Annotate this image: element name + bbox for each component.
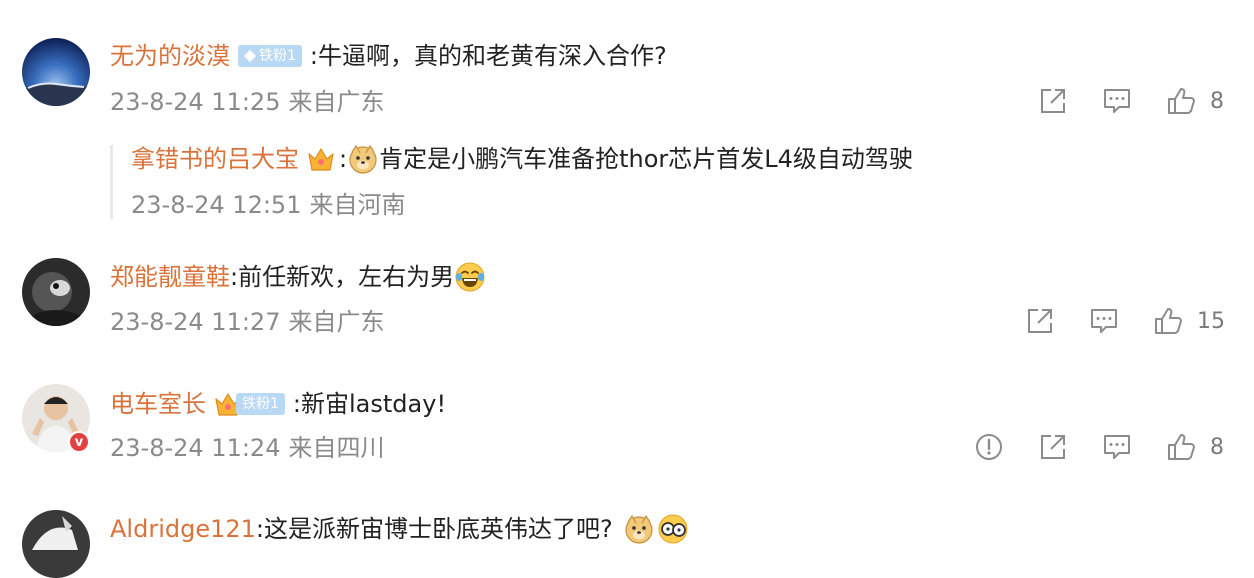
reply-location: 来自河南: [309, 191, 406, 219]
doge-emoji-icon: [347, 143, 379, 175]
username[interactable]: 郑能靓童鞋: [110, 261, 230, 293]
like-count: 8: [1210, 88, 1224, 114]
comment-meta: 23-8-24 11:25 来自广东: [110, 86, 384, 118]
fan-badge[interactable]: 铁粉1: [238, 45, 302, 67]
avatar[interactable]: [22, 510, 90, 578]
comment-actions: 8: [974, 432, 1224, 462]
like-count: 15: [1197, 308, 1225, 334]
fan-badge[interactable]: 铁粉1: [236, 393, 285, 415]
crown-icon: [307, 146, 335, 172]
comment-text: :牛逼啊，真的和老黄有深入合作?: [309, 42, 667, 70]
avatar[interactable]: [22, 258, 90, 326]
comment-date: 23-8-24 11:25: [110, 88, 281, 116]
reply-text: 肯定是小鹏汽车准备抢thor芯片首发L4级自动驾驶: [379, 145, 913, 173]
share-button[interactable]: [1025, 306, 1055, 336]
gem-icon: [244, 50, 256, 62]
username[interactable]: 电车室长: [110, 388, 206, 420]
comment-text: :这是派新宙博士卧底英伟达了吧?: [255, 515, 613, 543]
reply-button[interactable]: [1102, 432, 1132, 462]
comment-meta: 23-8-24 11:27 来自广东: [110, 306, 384, 338]
comment-date: 23-8-24 11:27: [110, 308, 281, 336]
share-button[interactable]: [1038, 86, 1068, 116]
report-button[interactable]: [974, 432, 1004, 462]
comment-header: Aldridge121 :这是派新宙博士卧底英伟达了吧?: [110, 513, 689, 545]
reply-colon: :: [339, 145, 348, 173]
verified-label: v: [74, 434, 84, 450]
comment-header: 电车室长 铁粉1 :新宙lastday!: [110, 388, 446, 420]
share-icon: [1038, 86, 1068, 116]
like-icon: [1153, 306, 1183, 336]
share-button[interactable]: [1038, 432, 1068, 462]
reply-button[interactable]: [1102, 86, 1132, 116]
username[interactable]: 无为的淡漠: [110, 40, 230, 72]
like-button[interactable]: 8: [1166, 86, 1224, 116]
like-icon: [1166, 432, 1196, 462]
reply-username[interactable]: 拿错书的吕大宝: [131, 143, 299, 175]
share-icon: [1038, 432, 1068, 462]
comment-icon: [1089, 306, 1119, 336]
username[interactable]: Aldridge121: [110, 513, 256, 545]
share-icon: [1025, 306, 1055, 336]
reply-header: 拿错书的吕大宝 : 肯定是小鹏汽车准备抢thor芯片首发L4级自动驾驶: [131, 143, 913, 175]
comment-meta: 23-8-24 11:24 来自四川: [110, 432, 384, 464]
like-button[interactable]: 15: [1153, 306, 1225, 336]
reply-date: 23-8-24 12:51: [131, 191, 302, 219]
like-icon: [1166, 86, 1196, 116]
comment-icon: [1102, 86, 1132, 116]
reply-divider: [110, 145, 113, 219]
comment-actions: 8: [1038, 86, 1224, 116]
comment-text: :新宙lastday!: [292, 390, 447, 418]
like-button[interactable]: 8: [1166, 432, 1224, 462]
comment-icon: [1102, 432, 1132, 462]
laughing-emoji-icon: [454, 261, 486, 293]
comment-text: :前任新欢，左右为男: [230, 263, 455, 291]
fan-badge-label: 铁粉1: [259, 48, 296, 64]
reply-button[interactable]: [1089, 306, 1119, 336]
comment-date: 23-8-24 11:24: [110, 434, 281, 462]
verified-badge: v: [68, 431, 90, 453]
comment-header: 郑能靓童鞋 :前任新欢，左右为男: [110, 261, 486, 293]
avatar[interactable]: [22, 38, 90, 106]
comment-location: 来自四川: [288, 434, 385, 462]
report-icon: [974, 432, 1004, 462]
doge-emoji-icon: [623, 513, 655, 545]
like-count: 8: [1210, 434, 1224, 460]
reply-meta: 23-8-24 12:51 来自河南: [131, 189, 405, 221]
comment-location: 来自广东: [288, 88, 385, 116]
comment-actions: 15: [1025, 306, 1225, 336]
comment-header: 无为的淡漠 铁粉1 :牛逼啊，真的和老黄有深入合作?: [110, 40, 667, 72]
glasses-emoji-icon: [657, 513, 689, 545]
comment-location: 来自广东: [288, 308, 385, 336]
fan-badge-label: 铁粉1: [242, 396, 279, 412]
